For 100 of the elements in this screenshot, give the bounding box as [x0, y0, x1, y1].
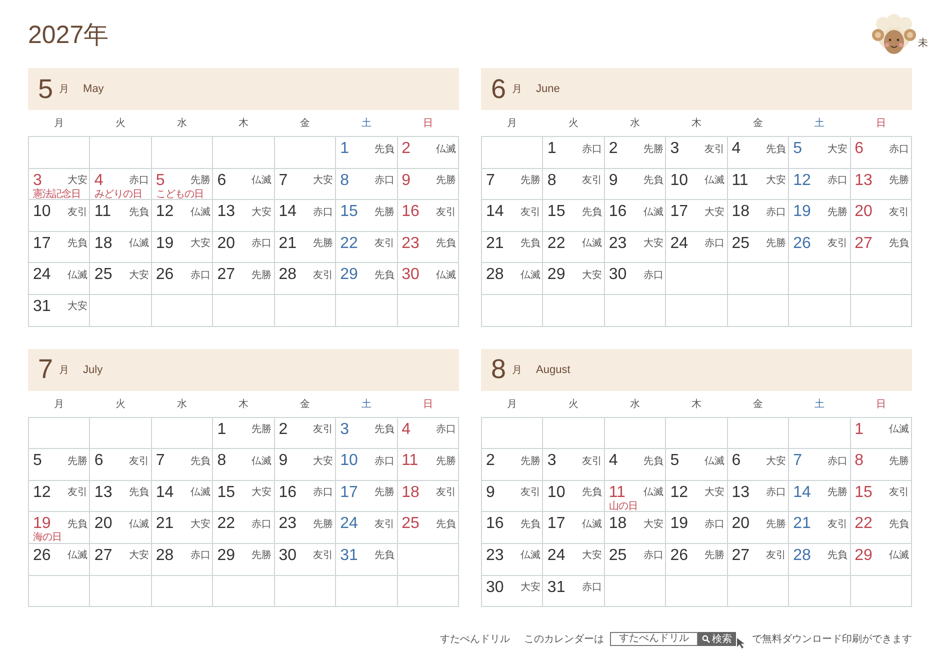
rokuyo-label: 友引	[128, 454, 149, 468]
rokuyo-label: 先負	[582, 206, 602, 219]
day-number: 26	[156, 266, 174, 284]
rokuyo-label: 先勝	[252, 268, 272, 282]
day-number: 21	[156, 515, 174, 532]
day-number: 23	[608, 234, 627, 252]
day-number: 1	[854, 420, 864, 438]
rokuyo-label: 友引	[582, 174, 602, 188]
day-number: 27	[854, 234, 872, 252]
day-number: 28	[278, 266, 296, 284]
day-number: 7	[278, 172, 288, 189]
day-number: 21	[278, 234, 296, 252]
day-number: 12	[156, 203, 174, 220]
weekday-label: 金	[752, 117, 764, 130]
month-name: July	[83, 364, 103, 376]
weekday-label: 火	[567, 116, 580, 130]
day-number: 23	[402, 234, 420, 252]
rokuyo-label: 友引	[766, 549, 786, 562]
weekday-label: 水	[628, 398, 641, 411]
rokuyo-label: 赤口	[582, 580, 602, 594]
empty-cell	[850, 294, 912, 327]
search-field[interactable]: すたぺんドリル	[610, 632, 698, 646]
rokuyo-label: 大安	[313, 454, 334, 468]
holiday-name: 海の日	[33, 532, 62, 544]
day-number: 19	[156, 234, 174, 252]
day-number: 3	[670, 140, 680, 157]
rokuyo-label: 仏滅	[252, 174, 272, 188]
day-number: 16	[486, 515, 504, 532]
day-number: 26	[793, 234, 811, 252]
day-number: 6	[217, 172, 226, 189]
day-number: 1	[217, 420, 226, 438]
day-number: 25	[732, 234, 750, 252]
day-number: 20	[217, 234, 236, 252]
month-name: August	[536, 364, 570, 376]
empty-cell	[398, 576, 459, 608]
day-number: 30	[608, 266, 627, 284]
day-number: 1	[547, 140, 556, 157]
day-number: 29	[340, 266, 358, 284]
weekday-label: 金	[299, 398, 312, 411]
weekday-label: 水	[176, 116, 188, 130]
rokuyo-label: 先勝	[252, 548, 272, 562]
day-number: 9	[608, 172, 618, 189]
day-number: 4	[94, 172, 104, 189]
rokuyo-label: 赤口	[888, 142, 909, 156]
weekday-label: 火	[114, 116, 126, 130]
day-number: 13	[94, 484, 112, 501]
rokuyo-label: 仏滅	[128, 518, 149, 531]
day-number: 1	[340, 140, 350, 157]
day-number: 10	[340, 452, 358, 470]
day-number: 21	[793, 515, 811, 532]
day-number: 30	[278, 546, 296, 564]
rokuyo-label: 友引	[313, 423, 334, 436]
rokuyo-label: 仏滅	[520, 548, 540, 562]
rokuyo-label: 友引	[828, 518, 848, 531]
footer-text: で無料ダウンロード印刷ができます	[752, 632, 912, 646]
day-number: 16	[402, 203, 420, 220]
day-number: 15	[547, 203, 566, 220]
rokuyo-label: 赤口	[313, 206, 334, 219]
day-number: 7	[156, 452, 165, 470]
rokuyo-label: 大安	[582, 268, 602, 282]
day-number: 18	[94, 234, 112, 252]
search-button[interactable]: 検索	[698, 632, 736, 646]
day-number: 11	[732, 172, 748, 189]
rokuyo-label: 先勝	[436, 454, 456, 468]
weekday-label: 月	[52, 398, 65, 411]
rokuyo-label: 大安	[704, 206, 725, 219]
rokuyo-label: 大安	[704, 486, 725, 500]
rokuyo-label: 友引	[374, 518, 395, 531]
month-number: 6	[491, 74, 506, 104]
rokuyo-label: 先負	[374, 142, 395, 156]
month-number: 5	[38, 74, 54, 104]
weekday-label: 日	[875, 398, 888, 411]
rokuyo-label: 赤口	[190, 548, 210, 562]
day-number: 19	[793, 203, 811, 220]
weekday-label: 火	[567, 398, 580, 411]
day-number: 6	[732, 452, 741, 470]
rokuyo-label: 友引	[704, 142, 725, 156]
rokuyo-label: 仏滅	[128, 236, 149, 250]
rokuyo-label: 先負	[520, 518, 540, 531]
rokuyo-label: 大安	[766, 174, 786, 188]
rokuyo-label: 先負	[374, 548, 395, 562]
rokuyo-label: 大安	[313, 174, 334, 188]
day-number: 22	[547, 234, 566, 252]
day-number: 17	[33, 234, 51, 252]
empty-cell	[666, 294, 728, 327]
rokuyo-label: 先勝	[190, 174, 210, 188]
day-number: 12	[33, 484, 51, 501]
rokuyo-label: 仏滅	[888, 422, 909, 436]
weekday-label: 木	[237, 116, 250, 130]
weekday-label: 月	[506, 398, 518, 411]
day-number: 14	[793, 484, 811, 501]
day-number: 26	[670, 546, 688, 564]
day-number: 16	[278, 484, 296, 501]
rokuyo-label: 先負	[67, 518, 88, 531]
day-number: 7	[793, 452, 802, 470]
month-name: May	[83, 83, 104, 95]
day-number: 25	[402, 515, 420, 532]
rokuyo-label: 赤口	[766, 486, 786, 500]
rokuyo-label: 赤口	[252, 518, 272, 531]
rokuyo-label: 先勝	[436, 174, 456, 188]
